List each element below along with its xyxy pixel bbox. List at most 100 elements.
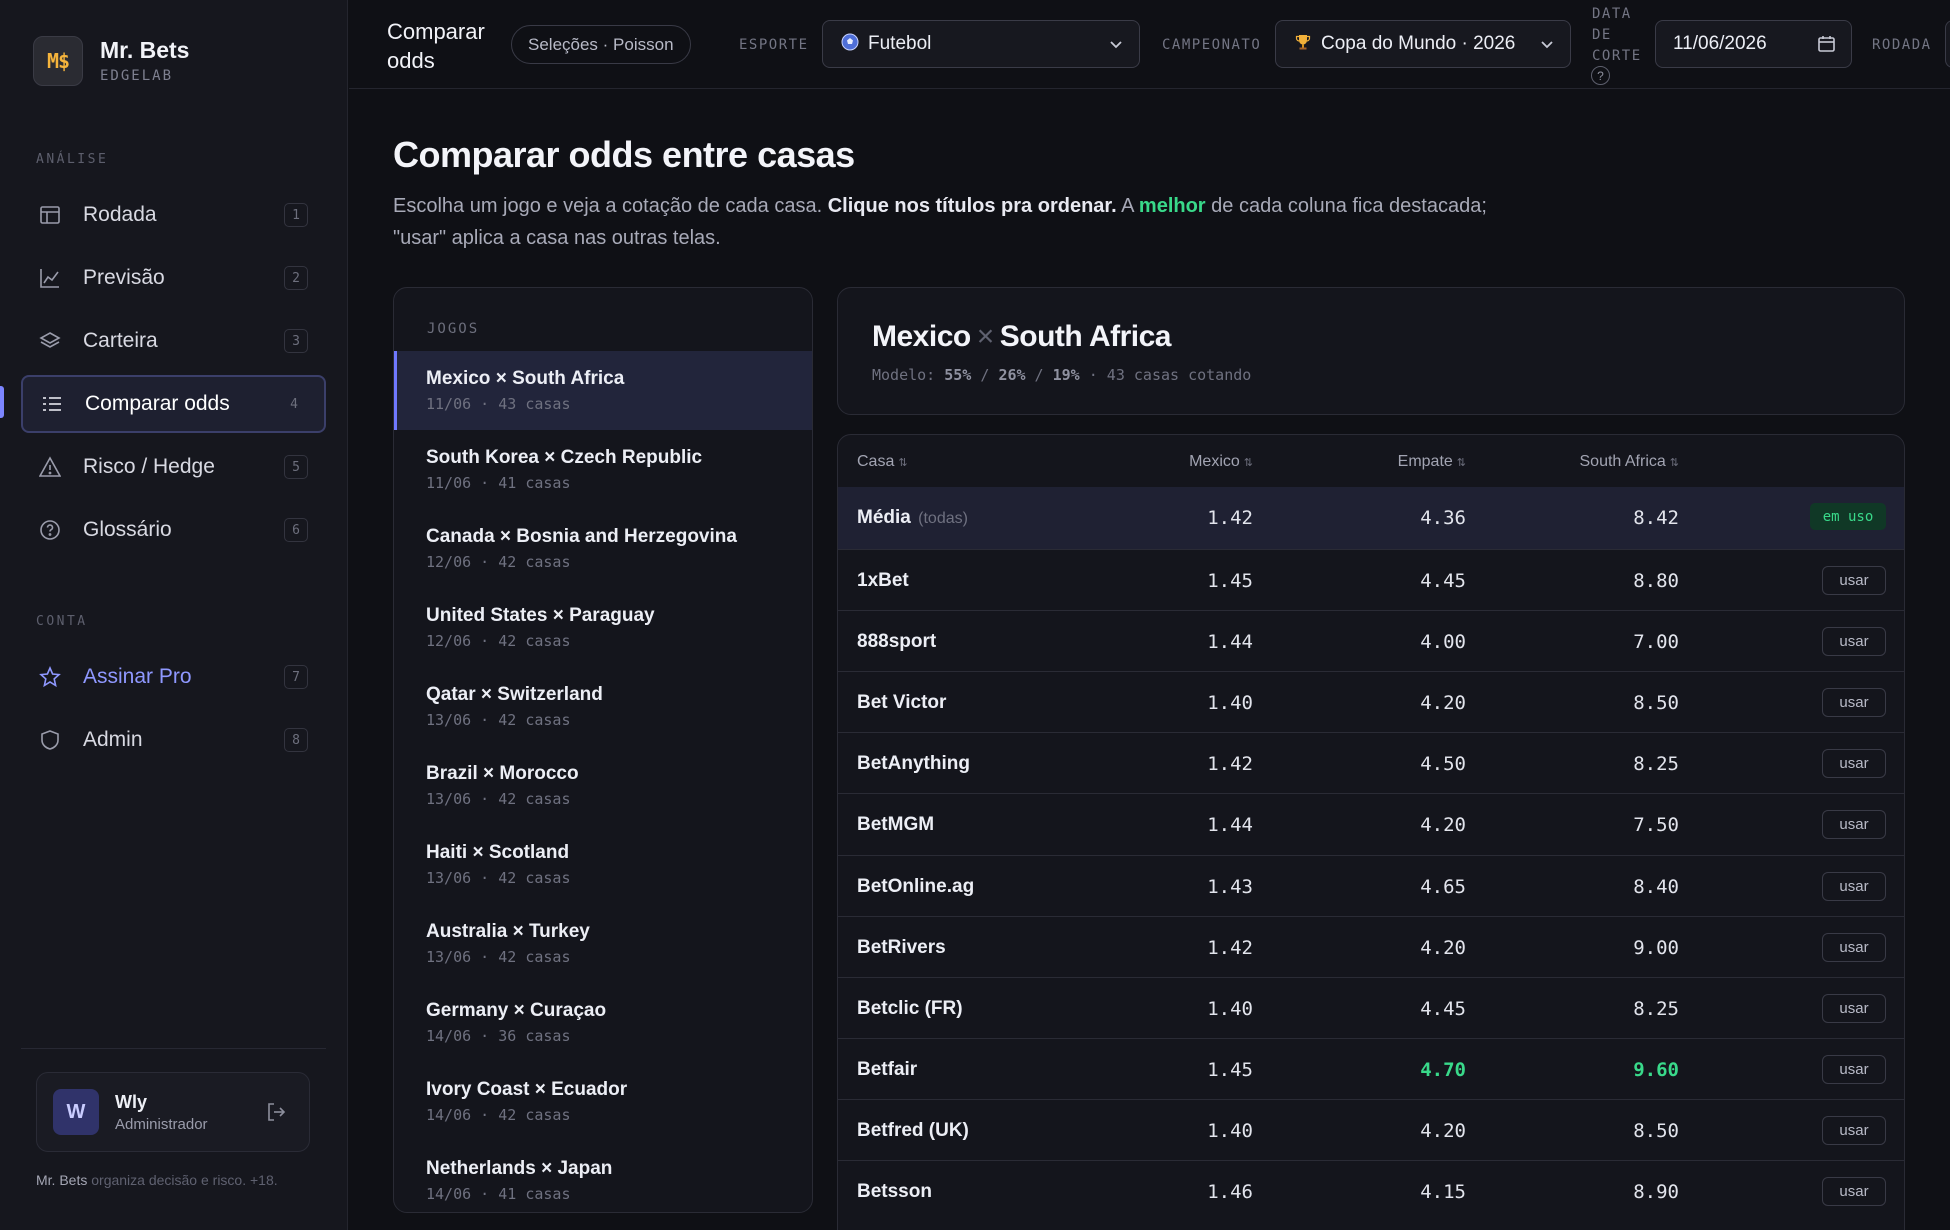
page-description: Escolha um jogo e veja a cotação de cada…: [393, 190, 1493, 254]
odd-draw: 4.15: [1420, 1181, 1466, 1203]
warning-icon: [38, 455, 62, 479]
chevron-down-icon: [1538, 35, 1556, 59]
cutoff-label-line: CORTE: [1592, 48, 1642, 64]
use-casa-button[interactable]: usar: [1822, 871, 1886, 901]
table-row: 1xBet 1.45 4.45 8.80 usar: [838, 549, 1904, 611]
game-list-item[interactable]: Australia × Turkey 13/06 · 42 casas: [394, 904, 812, 983]
odd-home: 1.44: [1207, 814, 1253, 837]
logout-icon[interactable]: [265, 1101, 287, 1128]
sort-header-draw[interactable]: Empate ⇅: [1398, 453, 1466, 471]
sidebar-item-label: Risco / Hedge: [83, 455, 215, 478]
odd-home: 1.40: [1207, 1119, 1253, 1142]
odd-draw: 4.20: [1420, 692, 1466, 715]
game-list-item[interactable]: Netherlands × Japan 14/06 · 41 casas: [394, 1141, 812, 1212]
league-select[interactable]: Copa do Mundo · 2026: [1275, 20, 1571, 68]
sort-header-away[interactable]: South Africa ⇅: [1580, 453, 1680, 471]
page-title: Comparar odds entre casas: [393, 134, 855, 175]
odd-home: 1.46: [1207, 1181, 1253, 1203]
game-list-item[interactable]: United States × Paraguay 12/06 · 42 casas: [394, 588, 812, 667]
shield-icon: [38, 728, 62, 752]
odd-draw: 4.70: [1420, 1058, 1466, 1081]
sidebar-item-glossario[interactable]: Glossário 6: [21, 501, 326, 559]
cutoff-date-label: DATA DE CORTE: [1592, 4, 1642, 67]
odd-away: 9.00: [1633, 936, 1679, 959]
game-list-item[interactable]: Mexico × South Africa 11/06 · 43 casas: [394, 351, 812, 430]
use-casa-button[interactable]: usar: [1822, 1115, 1886, 1145]
user-name: Wly: [115, 1091, 148, 1112]
odd-away: 8.90: [1633, 1181, 1679, 1203]
help-icon[interactable]: ?: [1591, 66, 1610, 85]
shortcut-key: 4: [290, 396, 298, 412]
game-meta: 12/06 · 42 casas: [426, 632, 571, 650]
casa-name: Betfair: [857, 1058, 918, 1080]
game-name: Qatar × Switzerland: [426, 684, 603, 705]
round-select[interactable]: [1945, 20, 1950, 68]
use-casa-button[interactable]: usar: [1822, 1054, 1886, 1084]
game-list-item[interactable]: Qatar × Switzerland 13/06 · 42 casas: [394, 667, 812, 746]
table-row: Betsson 1.46 4.15 8.90 usar: [838, 1160, 1904, 1222]
game-meta: 13/06 · 42 casas: [426, 711, 571, 729]
odd-away: 8.80: [1633, 570, 1679, 592]
shortcut-key: 2: [284, 266, 308, 290]
game-meta: 14/06 · 36 casas: [426, 1027, 571, 1045]
sidebar-item-rodada[interactable]: Rodada 1: [21, 186, 326, 244]
sidebar-item-previsao[interactable]: Previsão 2: [21, 249, 326, 307]
odd-away: 8.50: [1633, 1119, 1679, 1142]
casa-name: Betclic (FR): [857, 997, 963, 1019]
use-casa-button[interactable]: usar: [1822, 566, 1886, 595]
game-name: Mexico × South Africa: [426, 368, 625, 389]
table-row: Betfair 1.45 4.70 9.60 usar: [838, 1037, 1904, 1100]
sort-icon: ⇅: [1456, 457, 1466, 469]
odd-home: 1.45: [1207, 570, 1253, 592]
casa-name: BetOnline.ag: [857, 875, 975, 897]
casa-label: Média: [857, 507, 911, 528]
use-casa-button[interactable]: usar: [1822, 749, 1886, 779]
slash: /: [1025, 366, 1053, 384]
table-row: Betclic (FR) 1.40 4.45 8.25 usar: [838, 976, 1904, 1039]
game-list-item[interactable]: Haiti × Scotland 13/06 · 42 casas: [394, 825, 812, 904]
trophy-icon: [1294, 33, 1312, 56]
use-casa-button[interactable]: usar: [1822, 810, 1886, 840]
use-casa-button[interactable]: usar: [1822, 1177, 1886, 1206]
chevron-down-icon: [1107, 35, 1125, 59]
calendar-icon[interactable]: [1817, 34, 1837, 60]
game-name: Ivory Coast × Ecuador: [426, 1079, 628, 1100]
sidebar-item-carteira[interactable]: Carteira 3: [21, 312, 326, 370]
game-list-item[interactable]: Canada × Bosnia and Herzegovina 12/06 · 4…: [394, 509, 812, 588]
cutoff-label-line: DE: [1592, 27, 1612, 43]
shortcut-key: 5: [284, 455, 308, 479]
casa-name: 1xBet: [857, 570, 909, 591]
model-pill[interactable]: Seleções · Poisson: [511, 25, 691, 64]
game-meta: 11/06 · 41 casas: [426, 474, 571, 492]
user-card[interactable]: W Wly Administrador: [36, 1072, 310, 1152]
sidebar-item-admin[interactable]: Admin 8: [21, 711, 326, 769]
sidebar-item-risco-hedge[interactable]: Risco / Hedge 5: [21, 438, 326, 496]
odd-draw: 4.45: [1420, 997, 1466, 1020]
use-casa-button[interactable]: usar: [1822, 993, 1886, 1023]
odd-draw: 4.50: [1420, 753, 1466, 776]
sidebar-item-comparar-odds[interactable]: Comparar odds 4: [21, 375, 326, 433]
sort-icon: ⇅: [1243, 457, 1253, 469]
odd-home: 1.44: [1207, 631, 1253, 654]
model-label: Modelo:: [872, 366, 945, 384]
odd-draw: 4.20: [1420, 814, 1466, 837]
use-casa-button[interactable]: usar: [1822, 627, 1886, 657]
use-casa-button[interactable]: usar: [1822, 688, 1886, 718]
slash: /: [971, 366, 999, 384]
active-indicator: [0, 386, 4, 418]
game-list-item[interactable]: Ivory Coast × Ecuador 14/06 · 42 casas: [394, 1062, 812, 1141]
header-label: South Africa: [1579, 453, 1666, 470]
desc-bold: Clique nos títulos pra ordenar.: [827, 195, 1117, 217]
sort-header-home[interactable]: Mexico ⇅: [1189, 453, 1253, 471]
cutoff-date-input[interactable]: 11/06/2026: [1655, 20, 1852, 68]
game-list-item[interactable]: Germany × Curaçao 14/06 · 36 casas: [394, 983, 812, 1062]
game-list-item[interactable]: Brazil × Morocco 13/06 · 42 casas: [394, 746, 812, 825]
brand[interactable]: M$ Mr. Bets EDGELAB: [33, 36, 189, 86]
sidebar-item-assinar-pro[interactable]: Assinar Pro 7: [21, 648, 326, 706]
sidebar-item-label: Comparar odds: [85, 392, 230, 415]
sport-select[interactable]: Futebol: [822, 20, 1140, 68]
game-list-item[interactable]: South Korea × Czech Republic 11/06 · 41 c…: [394, 430, 812, 509]
casa-name: Média (todas): [857, 507, 968, 529]
sort-header-casa[interactable]: Casa ⇅: [857, 453, 908, 471]
use-casa-button[interactable]: usar: [1822, 932, 1886, 962]
